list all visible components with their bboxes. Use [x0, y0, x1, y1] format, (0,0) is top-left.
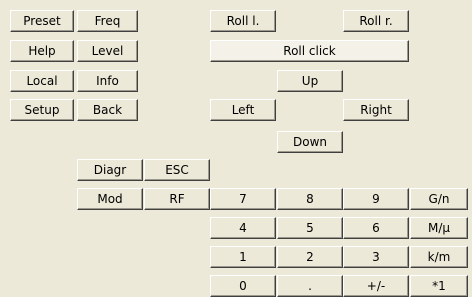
key-0[interactable]: 0 — [210, 275, 276, 297]
key-decimal-point[interactable]: . — [277, 275, 343, 297]
up-button[interactable]: Up — [277, 70, 343, 92]
preset-button[interactable]: Preset — [10, 10, 74, 32]
info-button[interactable]: Info — [77, 70, 138, 92]
key-1[interactable]: 1 — [210, 246, 276, 268]
unit-kilo-milli-key[interactable]: k/m — [410, 246, 468, 268]
key-5[interactable]: 5 — [277, 217, 343, 239]
roll-left-button[interactable]: Roll l. — [210, 10, 276, 32]
help-button[interactable]: Help — [10, 40, 74, 62]
rf-button[interactable]: RF — [144, 188, 210, 210]
esc-button[interactable]: ESC — [144, 159, 210, 181]
key-2[interactable]: 2 — [277, 246, 343, 268]
diagr-button[interactable]: Diagr — [77, 159, 143, 181]
key-3[interactable]: 3 — [343, 246, 409, 268]
left-button[interactable]: Left — [210, 99, 276, 121]
roll-click-button[interactable]: Roll click — [210, 40, 409, 62]
level-button[interactable]: Level — [77, 40, 138, 62]
freq-button[interactable]: Freq — [77, 10, 138, 32]
back-button[interactable]: Back — [77, 99, 138, 121]
unit-giga-nano-key[interactable]: G/n — [410, 188, 468, 210]
unit-mega-micro-key[interactable]: M/µ — [410, 217, 468, 239]
remote-control-panel: Preset Freq Help Level Local Info Setup … — [0, 0, 472, 297]
local-button[interactable]: Local — [10, 70, 74, 92]
roll-right-button[interactable]: Roll r. — [343, 10, 409, 32]
setup-button[interactable]: Setup — [10, 99, 74, 121]
down-button[interactable]: Down — [277, 131, 343, 153]
mod-button[interactable]: Mod — [77, 188, 143, 210]
key-8[interactable]: 8 — [277, 188, 343, 210]
key-4[interactable]: 4 — [210, 217, 276, 239]
key-sign[interactable]: +/- — [343, 275, 409, 297]
key-7[interactable]: 7 — [210, 188, 276, 210]
key-6[interactable]: 6 — [343, 217, 409, 239]
key-9[interactable]: 9 — [343, 188, 409, 210]
unit-one-key[interactable]: *1 — [410, 275, 468, 297]
right-button[interactable]: Right — [343, 99, 409, 121]
